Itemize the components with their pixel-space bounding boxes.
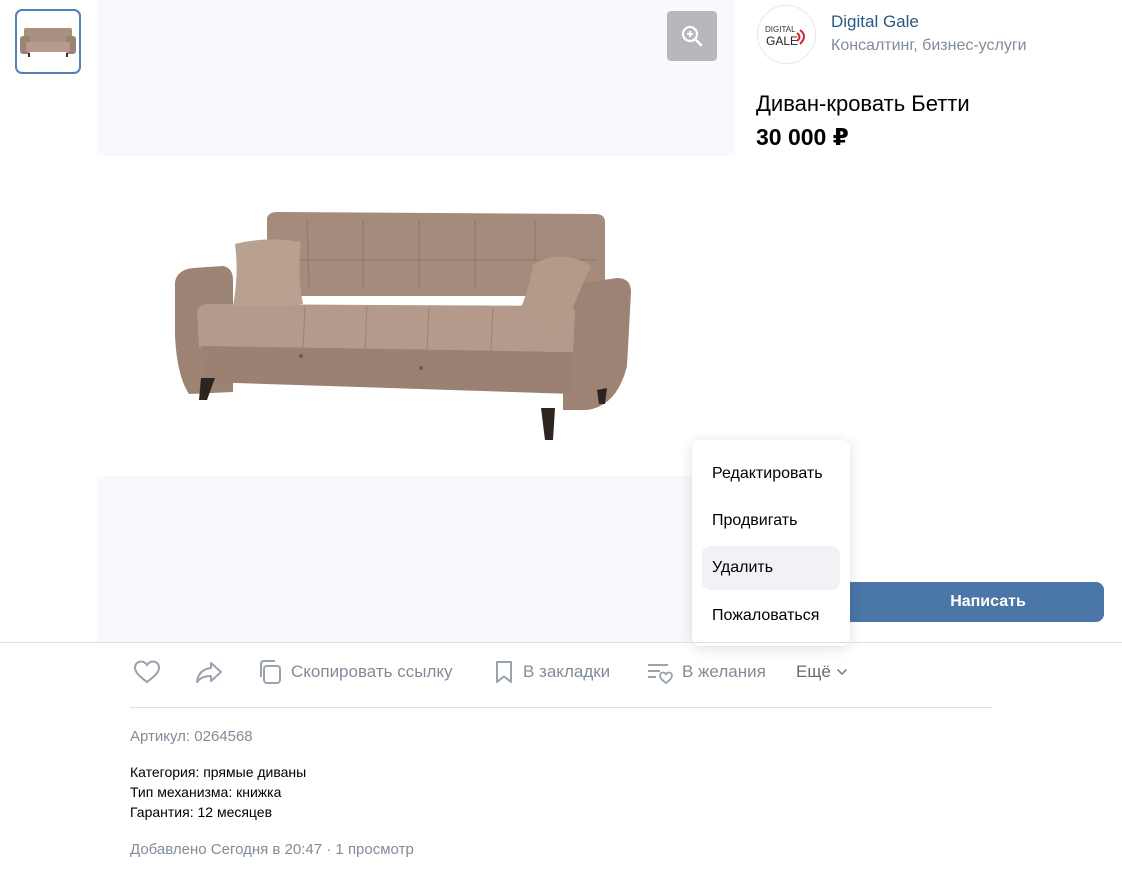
copy-link-button[interactable]: Скопировать ссылку (257, 657, 453, 687)
bookmark-label: В закладки (523, 662, 611, 681)
property-warranty: Гарантия: 12 месяцев (130, 804, 273, 820)
bookmark-icon (496, 661, 512, 683)
more-actions-menu: Редактировать Продвигать Удалить Пожалов… (692, 440, 850, 646)
product-price: 30 000 ₽ (756, 124, 849, 150)
sofa-thumbnail-image (20, 27, 76, 57)
photo-canvas (97, 156, 735, 476)
more-button[interactable]: Ещё (796, 657, 849, 687)
product-thumbnail[interactable] (15, 9, 81, 74)
divider (130, 707, 992, 708)
listing-meta: Добавлено Сегодня в 20:47 · 1 просмотр (130, 841, 414, 858)
menu-item-edit[interactable]: Редактировать (702, 452, 840, 496)
zoom-in-icon (681, 25, 703, 47)
bookmark-button[interactable]: В закладки (493, 657, 610, 687)
property-category: Категория: прямые диваны (130, 764, 307, 780)
product-photo[interactable] (97, 0, 735, 642)
wishlist-button[interactable]: В желания (646, 657, 766, 687)
chevron-down-icon (836, 669, 847, 676)
copy-link-label: Скопировать ссылку (291, 662, 453, 681)
wishlist-icon (648, 664, 673, 685)
share-button[interactable] (195, 657, 223, 687)
menu-item-delete[interactable]: Удалить (702, 546, 840, 590)
product-title: Диван-кровать Бетти (756, 91, 970, 116)
write-message-button[interactable]: Написать (842, 582, 1104, 622)
more-label: Ещё (796, 662, 831, 681)
menu-item-promote[interactable]: Продвигать (702, 499, 840, 543)
like-button[interactable] (133, 657, 161, 687)
product-sku: Артикул: 0264568 (130, 728, 253, 745)
sofa-image (175, 212, 631, 440)
heart-icon (133, 660, 161, 684)
shop-avatar[interactable]: DIGITAL GALE (757, 5, 816, 64)
svg-text:GALE: GALE (766, 34, 798, 48)
svg-text:DIGITAL: DIGITAL (765, 25, 796, 34)
zoom-button[interactable] (667, 11, 717, 61)
shop-category: Консалтинг, бизнес-услуги (831, 37, 1027, 54)
shop-name-link[interactable]: Digital Gale (831, 12, 919, 32)
wishlist-label: В желания (682, 662, 766, 681)
digital-gale-logo: DIGITAL GALE (765, 25, 805, 48)
product-properties: Категория: прямые диваны Тип механизма: … (130, 762, 306, 822)
divider (0, 642, 1122, 643)
copy-icon (260, 660, 281, 684)
menu-item-report[interactable]: Пожаловаться (702, 594, 840, 638)
share-arrow-icon (196, 662, 222, 683)
property-mechanism: Тип механизма: книжка (130, 784, 282, 800)
